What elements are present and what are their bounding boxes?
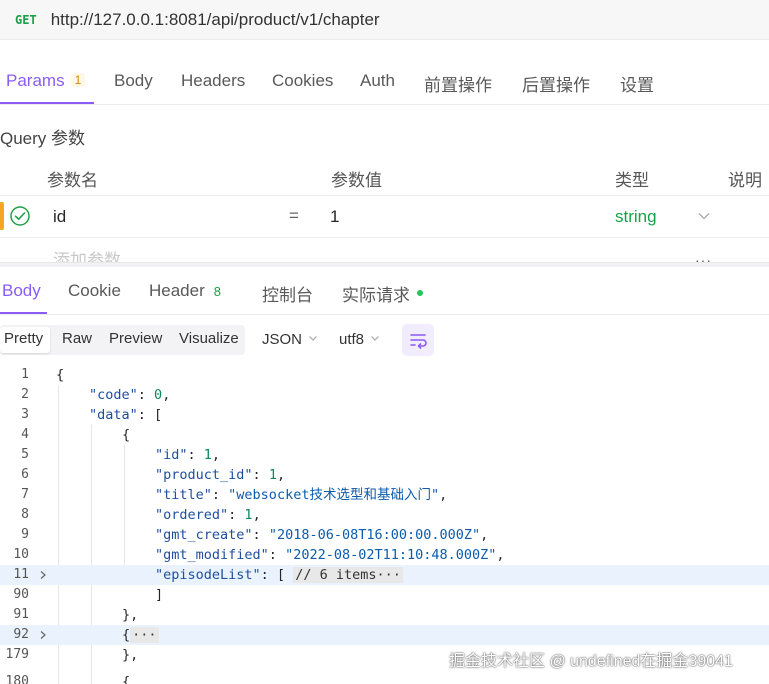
header-count-badge: 8 — [213, 284, 221, 299]
code-line-collapsed[interactable]: 11 "episodeList": [ // 6 items··· — [0, 565, 769, 585]
tab-pre-operations[interactable]: 前置操作 — [424, 71, 492, 96]
add-param-placeholder[interactable]: 添加参数 — [53, 246, 121, 263]
params-count-badge: 1 — [70, 73, 86, 87]
check-circle-icon[interactable] — [9, 205, 31, 227]
active-response-tab-indicator — [0, 312, 47, 314]
view-preview-button[interactable]: Preview — [109, 330, 162, 347]
query-params-title: Query 参数 — [0, 129, 86, 148]
code-line: 8 "ordered": 1, — [21, 507, 261, 523]
status-dot — [417, 290, 423, 296]
view-raw-button[interactable]: Raw — [62, 330, 92, 347]
chevron-right-icon[interactable] — [38, 630, 48, 640]
tab-console[interactable]: 控制台 — [262, 281, 313, 306]
column-type: 类型 — [615, 171, 649, 190]
tab-params[interactable]: Params 1 — [6, 71, 86, 91]
column-param-name: 参数名 — [47, 171, 98, 190]
code-line: 2 "code": 0, — [21, 387, 171, 403]
param-name-field[interactable]: id — [53, 207, 66, 227]
tab-post-operations[interactable]: 后置操作 — [522, 71, 590, 96]
code-line: 91}, — [13, 607, 139, 623]
view-pretty-button[interactable]: Pretty — [4, 330, 43, 347]
column-description: 说明 — [728, 171, 762, 190]
param-type-select[interactable]: string — [615, 207, 657, 227]
row-drag-handle[interactable] — [0, 202, 4, 230]
request-tabs: Params 1 Body Headers Cookies Auth 前置操作 后… — [0, 57, 769, 105]
equals-sign: = — [289, 206, 299, 225]
tab-auth[interactable]: Auth — [360, 71, 395, 91]
watermark: 掘金技术社区 @ undefined在掘金39041 — [449, 653, 733, 670]
column-param-value: 参数值 — [331, 171, 382, 190]
view-mode-segmented: Pretty Raw Preview Visualize — [0, 325, 245, 355]
url-input[interactable]: http://127.0.0.1:8081/api/product/v1/cha… — [51, 10, 380, 30]
code-line: 3 "data": [ — [21, 407, 163, 423]
tab-response-cookie[interactable]: Cookie — [68, 281, 121, 301]
wrap-lines-icon — [410, 334, 427, 349]
chevron-right-icon[interactable] — [38, 570, 48, 580]
tab-cookies[interactable]: Cookies — [272, 71, 333, 91]
code-line: 7 "title": "websocket技术选型和基础入门", — [21, 487, 448, 503]
chevron-down-icon — [371, 336, 379, 341]
tab-body[interactable]: Body — [114, 71, 153, 91]
code-line-collapsed[interactable]: 92{··· — [0, 625, 769, 645]
params-table-header: 参数名 参数值 类型 说明 — [0, 160, 769, 196]
chevron-down-icon[interactable] — [697, 209, 711, 223]
wrap-lines-button[interactable] — [402, 324, 434, 356]
code-line: 1{ — [21, 367, 65, 383]
code-line: 5 "id": 1, — [21, 447, 221, 463]
tab-headers[interactable]: Headers — [181, 71, 245, 91]
param-value-field[interactable]: 1 — [330, 207, 339, 227]
code-line: 10 "gmt_modified": "2022-08-02T11:10:48.0… — [13, 547, 505, 563]
tab-settings[interactable]: 设置 — [620, 71, 654, 96]
method-label[interactable]: GET — [15, 13, 37, 27]
code-line: 90] — [13, 587, 164, 603]
encoding-select[interactable]: utf8 — [339, 331, 380, 348]
url-bar[interactable]: GET http://127.0.0.1:8081/api/product/v1… — [0, 0, 769, 40]
tab-response-body[interactable]: Body — [2, 281, 41, 301]
active-tab-indicator — [0, 102, 94, 104]
code-line: 9 "gmt_create": "2018-06-08T16:00:00.000Z… — [21, 527, 489, 543]
tab-response-header[interactable]: Header 8 — [149, 281, 221, 301]
view-visualize-button[interactable]: Visualize — [179, 330, 239, 347]
code-line: 4{ — [21, 427, 131, 443]
format-select[interactable]: JSON — [262, 331, 318, 348]
param-row: id = 1 string — [0, 196, 769, 238]
code-line: 6 "product_id": 1, — [21, 467, 286, 483]
chevron-down-icon — [309, 336, 317, 341]
response-tabs: Body Cookie Header 8 控制台 实际请求 — [0, 267, 769, 315]
tab-actual-request[interactable]: 实际请求 — [342, 281, 423, 306]
